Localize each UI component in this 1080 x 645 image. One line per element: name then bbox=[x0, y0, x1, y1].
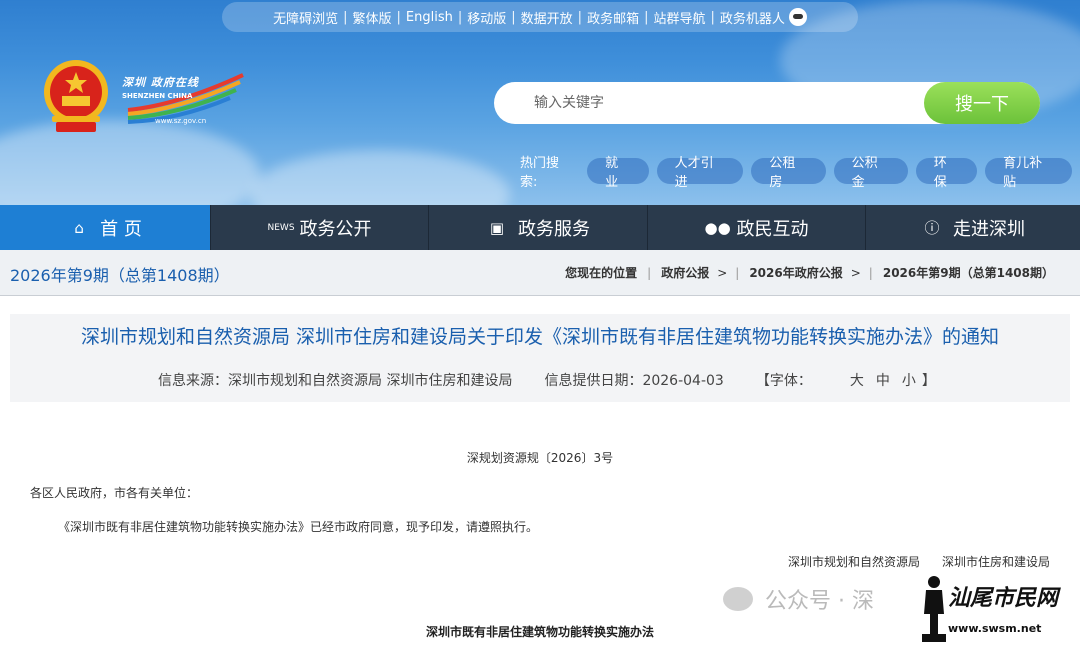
link-open-data[interactable]: 数据开放 bbox=[521, 8, 573, 27]
breadcrumb-bar: 2026年第9期（总第1408期） 您现在的位置 | 政府公报 > | 2026年… bbox=[0, 250, 1080, 296]
breadcrumb-item-issue[interactable]: 2026年第9期（总第1408期） bbox=[883, 264, 1054, 281]
article-source: 信息来源：深圳市规划和自然资源局 深圳市住房和建设局 bbox=[158, 373, 513, 389]
nav-item-interaction[interactable]: ●● 政民互动 bbox=[648, 205, 866, 250]
font-size-close: 】 bbox=[921, 373, 936, 389]
robot-icon[interactable] bbox=[788, 8, 807, 26]
link-mobile[interactable]: 移动版 bbox=[467, 8, 506, 27]
site-watermark: 汕尾市民网 www.swsm.net bbox=[918, 574, 1078, 644]
hot-tag-talent[interactable]: 人才引进 bbox=[656, 156, 744, 190]
site-header: 无障碍浏览 | 繁体版 | English | 移动版 | 数据开放 | 政务邮箱 | 站群… bbox=[0, 0, 1080, 205]
search-button[interactable]: 搜一下 bbox=[924, 82, 1040, 124]
nav-label: 政民互动 bbox=[736, 218, 809, 240]
signers: 深圳市规划和自然资源局 深圳市住房和建设局 bbox=[766, 553, 1050, 570]
document-number: 深规划资源规〔2026〕3号 bbox=[466, 451, 614, 465]
link-site-nav[interactable]: 站群导航 bbox=[653, 8, 705, 27]
body-paragraph: 《深圳市既有非居住建筑物功能转换实施办法》已经市政府同意，现予印发，请遵照执行。 bbox=[58, 520, 539, 534]
cloud-decoration bbox=[250, 150, 510, 205]
nav-item-about-shenzhen[interactable]: ⓘ 走进深圳 bbox=[866, 205, 1080, 250]
article-meta: 信息来源：深圳市规划和自然资源局 深圳市住房和建设局 信息提供日期：2026-0… bbox=[158, 370, 1000, 390]
statue-silhouette-icon bbox=[922, 576, 946, 642]
hot-search: 热门搜索: 就业 人才引进 公租房 公积金 环保 育儿补贴 bbox=[520, 152, 1080, 190]
greeting: 各区人民政府，市各有关单位： bbox=[30, 486, 199, 500]
logo-cn-text: 深圳 政府在线 bbox=[122, 76, 199, 89]
cloud-decoration bbox=[0, 120, 260, 205]
top-links-bar: 无障碍浏览 | 繁体版 | English | 移动版 | 数据开放 | 政务邮箱 | 站群… bbox=[222, 2, 858, 32]
home-icon: ⌂ bbox=[74, 218, 84, 237]
news-icon: NEWS bbox=[267, 222, 295, 233]
breadcrumb-item-gazette[interactable]: 政府公报 bbox=[661, 264, 709, 281]
watermark-site-name: 汕尾市民网 bbox=[948, 585, 1059, 611]
watermark-text: 公众号 · 深 bbox=[765, 589, 874, 614]
main-nav: ⌂ 首 页 NEWS 政务公开 ▣ 政务服务 ●● 政民互动 ⓘ 走进深圳 bbox=[0, 205, 1080, 250]
search-box: 搜一下 bbox=[494, 82, 1040, 124]
watermark-site-url: www.swsm.net bbox=[948, 622, 1042, 635]
hot-tag-employment[interactable]: 就业 bbox=[587, 156, 649, 190]
link-gov-mail[interactable]: 政务邮箱 bbox=[587, 8, 639, 27]
font-size-large[interactable]: 大 bbox=[850, 373, 864, 389]
wechat-icon bbox=[723, 587, 753, 611]
monitor-icon: ▣ bbox=[489, 218, 505, 237]
nav-item-home[interactable]: ⌂ 首 页 bbox=[0, 205, 211, 250]
hot-search-label: 热门搜索: bbox=[520, 156, 560, 190]
people-icon: ●● bbox=[704, 218, 731, 237]
nav-label: 走进深圳 bbox=[953, 218, 1025, 240]
breadcrumb-item-2026-gazette[interactable]: 2026年政府公报 bbox=[749, 264, 842, 281]
national-emblem-icon bbox=[44, 60, 108, 132]
logo-en-text: SHENZHEN CHINA bbox=[122, 92, 193, 100]
nav-label: 政务服务 bbox=[518, 218, 590, 240]
search-input[interactable] bbox=[534, 82, 914, 124]
hot-tag-public-housing[interactable]: 公租房 bbox=[751, 156, 826, 190]
font-size-small[interactable]: 小 bbox=[902, 373, 916, 389]
hot-tag-housing-fund[interactable]: 公积金 bbox=[833, 156, 908, 190]
article-title: 深圳市规划和自然资源局 深圳市住房和建设局关于印发《深圳市既有非居住建筑物功能转… bbox=[80, 326, 1000, 348]
font-size-control: 【字体： 大中小】 bbox=[756, 370, 968, 390]
issue-title: 2026年第9期（总第1408期） bbox=[10, 266, 230, 285]
signer-housing-bureau: 深圳市住房和建设局 bbox=[941, 555, 1050, 569]
hot-tag-environment[interactable]: 环保 bbox=[915, 156, 978, 190]
font-size-label: 【字体： bbox=[755, 373, 812, 389]
hot-tag-childcare[interactable]: 育儿补贴 bbox=[985, 156, 1072, 190]
link-gov-robot[interactable]: 政务机器人 bbox=[720, 8, 785, 27]
link-accessibility[interactable]: 无障碍浏览 bbox=[273, 8, 338, 27]
logo-url-text: www.sz.gov.cn bbox=[155, 117, 207, 125]
info-icon: ⓘ bbox=[924, 219, 940, 237]
article-date: 信息提供日期：2026-04-03 bbox=[544, 373, 724, 389]
breadcrumb-location-label: 您现在的位置 bbox=[565, 266, 638, 280]
font-size-medium[interactable]: 中 bbox=[876, 373, 890, 389]
article-header: 深圳市规划和自然资源局 深圳市住房和建设局关于印发《深圳市既有非居住建筑物功能转… bbox=[10, 314, 1070, 402]
nav-item-gov-services[interactable]: ▣ 政务服务 bbox=[429, 205, 648, 250]
nav-item-gov-affairs[interactable]: NEWS 政务公开 bbox=[211, 205, 429, 250]
nav-label: 首 页 bbox=[100, 218, 142, 240]
link-traditional[interactable]: 繁体版 bbox=[353, 8, 392, 27]
signer-planning-bureau: 深圳市规划和自然资源局 bbox=[787, 555, 920, 569]
breadcrumb: 您现在的位置 | 政府公报 > | 2026年政府公报 > | 2026年第9期（总… bbox=[565, 264, 1054, 281]
link-english[interactable]: English bbox=[406, 10, 453, 25]
wechat-watermark: 公众号 · 深 bbox=[723, 583, 874, 615]
nav-label: 政务公开 bbox=[299, 218, 372, 240]
